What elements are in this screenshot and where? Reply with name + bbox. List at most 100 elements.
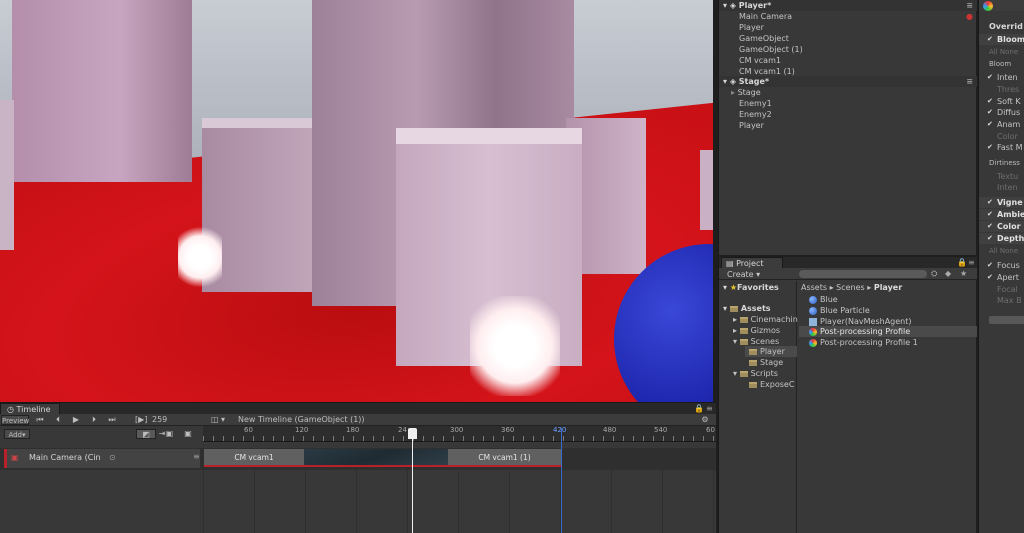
- property-row[interactable]: ✔ Anam: [979, 119, 1024, 130]
- checkbox-icon[interactable]: ✔: [987, 199, 994, 206]
- lock-icon[interactable]: 🔒: [957, 258, 967, 267]
- prev-frame-icon[interactable]: ⏴: [53, 415, 63, 425]
- menu-icon[interactable]: ≡: [706, 404, 713, 413]
- frame-field[interactable]: 259: [152, 415, 172, 425]
- asset-item-selected[interactable]: Post-processing Profile: [799, 326, 977, 337]
- curves-toggle-icon[interactable]: ◩: [136, 429, 156, 439]
- clip-cm-vcam1[interactable]: CM vcam1: [204, 449, 304, 467]
- property-row[interactable]: ✔ Inten: [979, 72, 1024, 83]
- checkbox-icon[interactable]: [987, 133, 994, 140]
- last-frame-icon[interactable]: ⏭: [107, 415, 117, 425]
- playhead[interactable]: [412, 428, 413, 533]
- checkbox-icon[interactable]: ✔: [987, 109, 994, 116]
- playhead-handle[interactable]: [408, 428, 417, 439]
- tree-folder[interactable]: ExposeC: [749, 379, 794, 390]
- tree-folder[interactable]: ▸ Cinemachin: [733, 314, 798, 325]
- next-frame-icon[interactable]: ⏵: [89, 415, 99, 425]
- effect-section[interactable]: ✔ Color: [979, 221, 1024, 232]
- hierarchy-item[interactable]: Player: [719, 22, 977, 33]
- tab-project[interactable]: ▤ Project: [721, 257, 783, 268]
- markers-icon[interactable]: ⇥▣: [158, 429, 174, 439]
- settings-icon[interactable]: ⚙: [700, 415, 710, 425]
- scene-header-stage[interactable]: ▾ ◈ Stage* ≡: [719, 76, 977, 87]
- tree-folder[interactable]: ▸ Gizmos: [733, 325, 780, 336]
- all-none-toggle[interactable]: All None: [979, 47, 1024, 58]
- checkbox-icon[interactable]: ✔: [987, 262, 994, 269]
- add-effect-button[interactable]: [989, 316, 1024, 324]
- track-menu-icon[interactable]: ≡: [193, 452, 200, 461]
- expand-arrow-icon[interactable]: ▾: [723, 1, 727, 10]
- tree-folder[interactable]: ▾ Scripts: [733, 368, 778, 379]
- create-button[interactable]: Create ▾: [727, 270, 760, 279]
- menu-icon[interactable]: ≡: [968, 258, 975, 267]
- hierarchy-item[interactable]: Player: [719, 120, 977, 131]
- scene-menu-icon[interactable]: ≡: [966, 76, 973, 87]
- filter-label-icon[interactable]: ◆: [945, 269, 951, 278]
- lock-icon[interactable]: 🔒: [694, 404, 704, 413]
- search-input[interactable]: [799, 270, 927, 278]
- breadcrumb-item[interactable]: Player: [874, 283, 902, 292]
- tree-folder[interactable]: Stage: [749, 357, 783, 368]
- scene-header-player[interactable]: ▾ ◈ Player* ≡: [719, 0, 977, 11]
- checkbox-icon[interactable]: ✔: [987, 74, 994, 81]
- hierarchy-item[interactable]: GameObject: [719, 33, 977, 44]
- time-ruler[interactable]: 60 120 180 24 300 360 420 480 540 60: [203, 426, 716, 442]
- zoom-fit-icon[interactable]: ▣: [180, 429, 196, 439]
- all-none-toggle[interactable]: All None: [979, 246, 1024, 257]
- checkbox-icon[interactable]: ✔: [987, 121, 994, 128]
- checkbox-icon[interactable]: ✔: [987, 211, 994, 218]
- blend-region[interactable]: [304, 449, 448, 467]
- checkbox-icon[interactable]: ✔: [987, 235, 994, 242]
- checkbox-icon[interactable]: [987, 173, 994, 180]
- track-target-icon[interactable]: ⊙: [109, 453, 116, 462]
- property-row[interactable]: ✔ Fast M: [979, 142, 1024, 153]
- breadcrumb-item[interactable]: Assets: [801, 283, 827, 292]
- timeline-window-icon[interactable]: ◫ ▾: [210, 415, 226, 425]
- hierarchy-item[interactable]: GameObject (1): [719, 44, 977, 55]
- property-row[interactable]: ✔ Apert: [979, 272, 1024, 283]
- asset-item[interactable]: Post-processing Profile 1: [809, 337, 918, 348]
- scene-menu-icon[interactable]: ≡: [966, 0, 973, 11]
- property-row[interactable]: ✔ Focus: [979, 260, 1024, 271]
- property-row[interactable]: Inten: [979, 182, 1024, 193]
- property-row[interactable]: Color: [979, 131, 1024, 142]
- scene-view[interactable]: [0, 0, 713, 402]
- effect-section[interactable]: ✔ Ambie: [979, 209, 1024, 220]
- assets-header[interactable]: ▾ Assets: [723, 303, 771, 314]
- expand-arrow-icon[interactable]: ▾: [723, 77, 727, 86]
- checkbox-icon[interactable]: [987, 297, 994, 304]
- property-row[interactable]: ✔ Soft K: [979, 96, 1024, 107]
- first-frame-icon[interactable]: ⏮: [35, 415, 45, 425]
- hierarchy-item[interactable]: Main Camera ●: [719, 11, 977, 22]
- track-header[interactable]: ▣ Main Camera (Cin ⊙ ≡: [4, 449, 200, 468]
- property-row[interactable]: Thres: [979, 84, 1024, 95]
- favorite-star-icon[interactable]: ★: [960, 269, 967, 278]
- checkbox-icon[interactable]: ✔: [987, 98, 994, 105]
- checkbox-icon[interactable]: ✔: [987, 274, 994, 281]
- effect-section[interactable]: ✔ Depth: [979, 233, 1024, 244]
- property-row[interactable]: Textu: [979, 171, 1024, 182]
- checkbox-icon[interactable]: ✔: [987, 223, 994, 230]
- breadcrumb-item[interactable]: Scenes: [836, 283, 865, 292]
- hierarchy-item[interactable]: Enemy1: [719, 98, 977, 109]
- checkbox-icon[interactable]: ✔: [987, 36, 994, 43]
- clip-cm-vcam1-1[interactable]: CM vcam1 (1): [448, 449, 561, 467]
- asset-item[interactable]: Blue Particle: [809, 305, 870, 316]
- checkbox-icon[interactable]: [987, 184, 994, 191]
- hierarchy-item[interactable]: ▸ Stage: [719, 87, 977, 98]
- checkbox-icon[interactable]: [987, 286, 994, 293]
- property-row[interactable]: Focal: [979, 284, 1024, 295]
- property-row[interactable]: ✔ Diffus: [979, 107, 1024, 118]
- hierarchy-item[interactable]: CM vcam1: [719, 55, 977, 66]
- play-range-icon[interactable]: [▶]: [135, 415, 147, 425]
- add-track-button[interactable]: Add▾: [4, 429, 30, 439]
- play-icon[interactable]: ▶: [71, 415, 81, 425]
- checkbox-icon[interactable]: [987, 86, 994, 93]
- preview-button[interactable]: Preview: [1, 415, 29, 425]
- hierarchy-item[interactable]: Enemy2: [719, 109, 977, 120]
- bloom-section[interactable]: ✔ Bloom: [979, 34, 1024, 45]
- tree-folder-selected[interactable]: Player: [745, 346, 797, 357]
- favorites-header[interactable]: ▾ ★Favorites: [723, 282, 779, 293]
- property-row[interactable]: Max B: [979, 295, 1024, 306]
- asset-item[interactable]: Blue: [809, 294, 838, 305]
